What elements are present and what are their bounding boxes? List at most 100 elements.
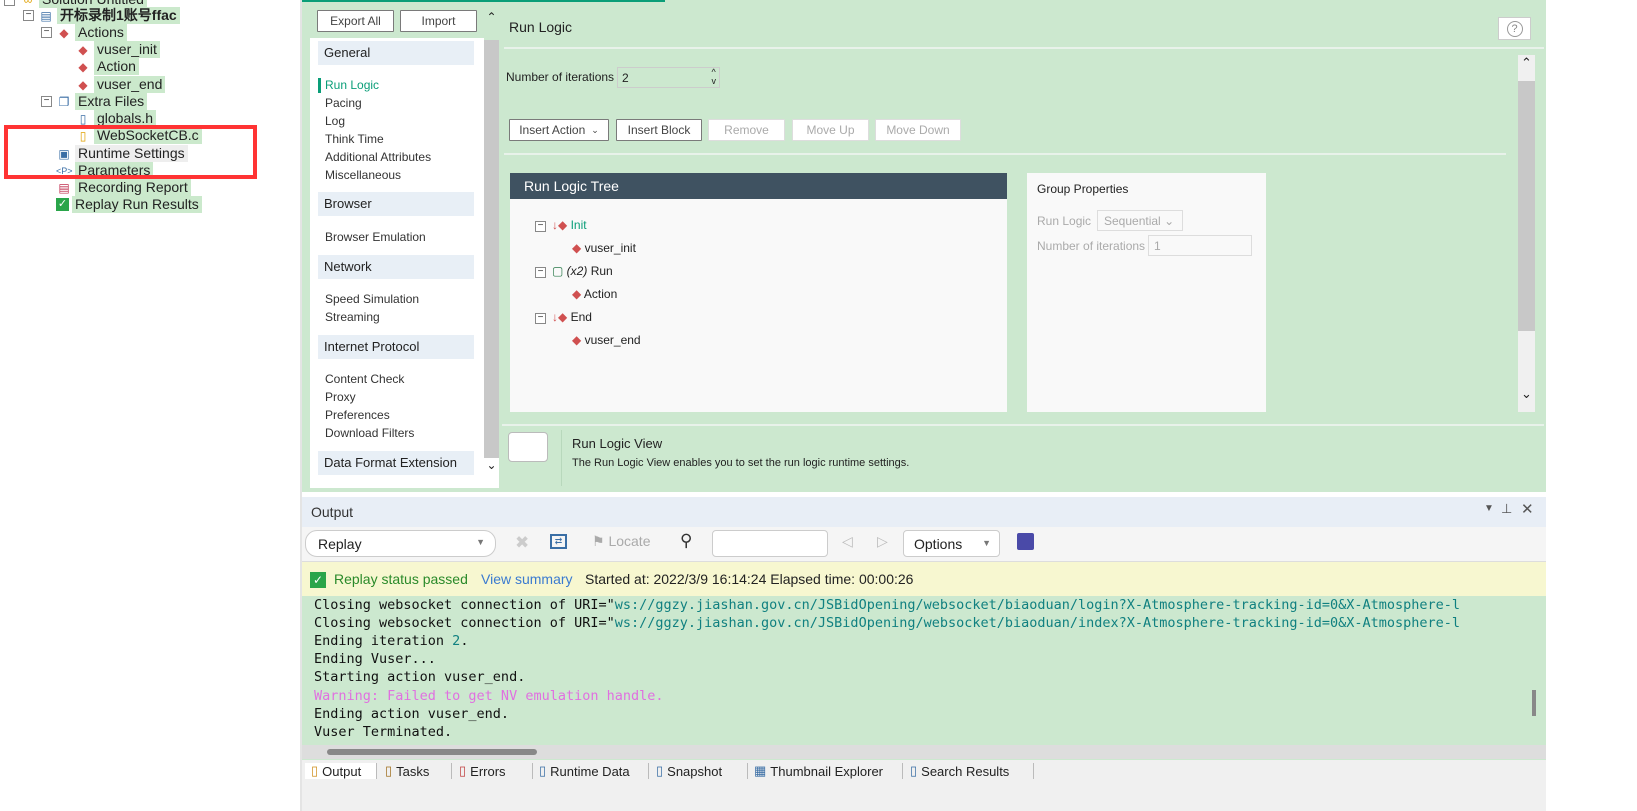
errors-icon: ▯ [459,763,467,778]
output-source-select[interactable]: Replay ▼ [305,530,496,557]
collapse-toggle[interactable]: − [535,313,546,324]
nav-scrollbar[interactable]: ⌃ ⌄ [484,10,499,488]
tab-tasks[interactable]: ▯ Tasks [379,763,452,779]
import-button[interactable]: Import [400,10,477,32]
pin-icon[interactable]: ⊥ [1501,501,1512,517]
iterations-input[interactable]: 2 ^ v [617,67,720,88]
scroll-thumb[interactable] [1518,81,1535,331]
content-scrollbar[interactable]: ⌃ ⌄ [1518,55,1535,412]
close-icon[interactable]: ✕ [1521,500,1534,518]
collapse-toggle[interactable]: − [535,221,546,232]
replay-status: Replay status passed [334,571,468,587]
active-tab-indicator [302,0,665,2]
save-icon[interactable] [1017,533,1034,550]
insert-action-button[interactable]: Insert Action ⌄ [509,119,609,141]
tree-action[interactable]: ◆ Action [572,287,617,301]
group-properties-title: Group Properties [1037,182,1129,196]
search-results-icon: ▯ [910,763,918,778]
nav-speed-simulation[interactable]: Speed Simulation [325,292,419,306]
thumbnail-icon: ▦ [754,763,767,778]
scroll-down-icon[interactable]: ⌄ [484,458,499,488]
insert-block-button[interactable]: Insert Block [616,119,702,141]
log-line: Vuser Terminated. [314,724,453,740]
clear-icon[interactable]: ✖ [515,533,529,553]
tab-snapshot[interactable]: ▯ Snapshot [650,763,748,779]
move-up-button[interactable]: Move Up [792,119,869,141]
tree-replay-results[interactable]: ✓ Replay Run Results [56,196,202,213]
page-title: Run Logic [509,19,573,35]
nav-download-filters[interactable]: Download Filters [325,426,414,440]
action-icon: ◆ [78,59,88,74]
move-down-button[interactable]: Move Down [875,119,961,141]
scroll-up-icon[interactable]: ⌃ [1518,55,1535,81]
script-icon: ▤ [40,8,52,23]
tab-runtime-data[interactable]: ▯ Runtime Data [533,763,649,779]
group-run-logic-select[interactable]: Sequential ⌄ [1097,210,1183,231]
actions-icon: ◆ [59,25,69,40]
output-search-input[interactable] [712,530,828,557]
tree-vuser-end[interactable]: ◆ vuser_end [572,333,641,347]
tree-vuser-init[interactable]: ◆ vuser_init [75,41,160,58]
tree-extra-files[interactable]: ❐ Extra Files [56,93,148,110]
solution-icon: ∞ [20,0,36,7]
previous-icon[interactable]: ◁ [842,533,853,550]
next-icon[interactable]: ▷ [877,533,888,550]
collapse-toggle[interactable]: − [4,0,15,6]
log-line: Closing websocket connection of URI="ws:… [314,597,1461,613]
collapse-toggle[interactable]: − [535,267,546,278]
tree-vuser-init[interactable]: ◆ vuser_init [572,241,636,255]
nav-log[interactable]: Log [325,114,345,128]
tree-run[interactable]: ▢ (x2) Run [552,264,613,278]
tree-actions[interactable]: ◆ Actions [56,24,127,41]
tree-end[interactable]: ↓◆ End [552,310,592,324]
nav-pacing[interactable]: Pacing [325,96,362,110]
dropdown-icon[interactable]: ▼ [1484,503,1494,514]
remove-button[interactable]: Remove [708,119,785,141]
runtime-data-icon: ▯ [539,763,547,778]
run-logic-tree-header: Run Logic Tree [510,173,1007,199]
nav-preferences[interactable]: Preferences [325,408,390,422]
group-iterations-input[interactable]: 1 [1148,235,1252,256]
nav-browser-emulation[interactable]: Browser Emulation [325,230,426,244]
log-line: Closing websocket connection of URI="ws:… [314,615,1461,631]
scroll-thumb[interactable] [327,749,537,755]
options-button[interactable]: Options ▼ [903,530,1000,557]
tab-errors[interactable]: ▯ Errors [453,763,533,779]
wrap-icon[interactable]: ⇄ [550,534,567,549]
scroll-up-icon[interactable]: ⌃ [484,10,499,40]
nav-miscellaneous[interactable]: Miscellaneous [325,168,401,182]
tree-action[interactable]: ◆ Action [75,58,139,75]
scroll-down-icon[interactable]: ⌄ [1518,386,1535,412]
log-vertical-scrollbar[interactable] [1525,600,1546,740]
collapse-toggle[interactable]: − [23,10,34,21]
tree-vuser-end[interactable]: ◆ vuser_end [75,76,166,93]
nav-section-browser: Browser [318,192,474,216]
help-icon: ? [1506,20,1523,37]
nav-streaming[interactable]: Streaming [325,310,380,324]
chevron-down-icon: ⌄ [591,124,599,135]
help-divider[interactable] [502,424,1544,426]
nav-proxy[interactable]: Proxy [325,390,356,404]
tab-output[interactable]: ▯ Output [305,763,377,779]
nav-run-logic[interactable]: Run Logic [325,78,379,92]
chevron-down-icon: ▼ [476,537,485,547]
collapse-toggle[interactable]: − [41,96,52,107]
nav-content-check[interactable]: Content Check [325,372,404,386]
export-all-button[interactable]: Export All [317,10,394,32]
nav-think-time[interactable]: Think Time [325,132,384,146]
view-summary-link[interactable]: View summary [481,571,573,587]
tree-recording-report[interactable]: ▤ Recording Report [56,179,191,196]
group-run-logic-label: Run Logic [1037,214,1092,228]
spinner-icon[interactable]: ^ v [712,68,717,86]
scroll-thumb[interactable] [1532,690,1536,716]
search-icon[interactable]: ⚲ [680,531,692,551]
help-button[interactable]: ? [1498,17,1531,40]
tab-thumbnail-explorer[interactable]: ▦ Thumbnail Explorer [748,763,903,779]
tree-init[interactable]: ↓◆ Init [552,218,587,232]
tab-search-results[interactable]: ▯ Search Results [904,763,1034,779]
nav-additional-attributes[interactable]: Additional Attributes [325,150,431,164]
tree-script[interactable]: ▤ 开标录制1账号ffac [38,7,180,24]
locate-button[interactable]: ⚑ Locate [592,533,651,550]
log-horizontal-scrollbar[interactable] [302,745,1546,759]
collapse-toggle[interactable]: − [41,27,52,38]
